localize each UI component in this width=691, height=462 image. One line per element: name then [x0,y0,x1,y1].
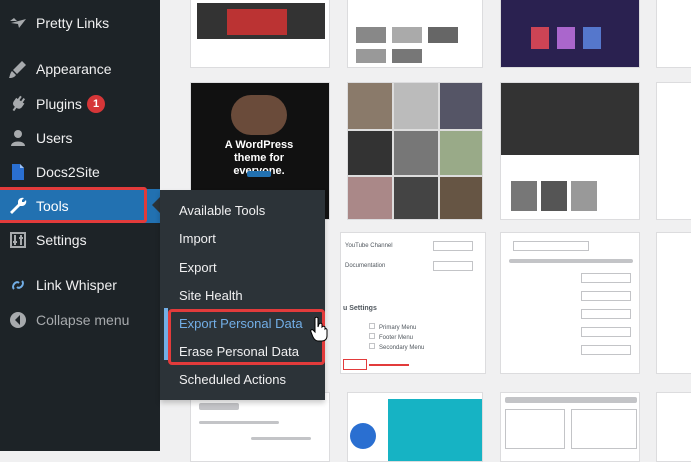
link-whisper-icon [12,280,24,290]
menu-settings-thumbnail[interactable]: YouTube Channel Documentation u Settings… [340,232,486,374]
theme-thumbnail[interactable] [656,232,691,374]
footer-menu-label: Footer Menu [379,335,414,341]
hand-cursor-icon [310,316,328,342]
flyout-item-export[interactable]: Export [179,260,217,275]
sidebar-item-users[interactable]: Users [0,121,160,155]
tools-flyout-menu: Available Tools Import Export Site Healt… [160,190,325,400]
flyout-item-import[interactable]: Import [179,231,216,246]
primary-menu-label: Primary Menu [379,325,417,331]
theme-thumbnail[interactable] [500,392,640,462]
documentation-label: Documentation [345,263,386,269]
users-icon [11,130,25,146]
youtube-label: YouTube Channel [345,243,393,249]
theme-thumbnail[interactable] [500,82,640,220]
plugins-icon [12,95,26,112]
theme-thumbnail[interactable] [347,82,483,220]
paintbrush-icon [9,61,26,78]
flyout-pointer [152,197,160,213]
sidebar-item-label: Plugins [36,96,82,112]
sidebar-item-label: Appearance [36,61,112,77]
sidebar-item-label: Collapse menu [36,312,130,328]
flyout-item-site-health[interactable]: Site Health [179,288,243,303]
flyout-item-available-tools[interactable]: Available Tools [179,203,265,218]
pretty-links-icon [10,18,26,28]
sidebar-item-label: Settings [36,232,87,248]
admin-sidebar: Pretty Links Appearance Plugins 1 Users … [0,0,160,451]
theme-cta [247,171,271,177]
collapse-icon [10,312,26,328]
sidebar-item-appearance[interactable]: Appearance [0,52,160,86]
personal-data-highlight-box [168,309,325,365]
sidebar-item-label: Link Whisper [36,277,117,293]
sidebar-item-pretty-links[interactable]: Pretty Links [0,6,160,40]
plugins-update-badge: 1 [87,95,105,113]
sidebar-item-docs2site[interactable]: Docs2Site [0,155,160,189]
theme-thumbnail[interactable] [190,0,330,68]
sidebar-item-link-whisper[interactable]: Link Whisper [0,268,160,302]
settings-heading: u Settings [343,305,377,312]
sidebar-item-plugins[interactable]: Plugins 1 [0,87,160,121]
docs2site-icon [12,164,24,180]
sidebar-item-label: Docs2Site [36,164,100,180]
theme-thumbnail[interactable] [656,0,691,68]
sidebar-item-label: Pretty Links [36,15,110,31]
theme-thumbnail[interactable] [347,0,483,68]
sidebar-collapse-menu[interactable]: Collapse menu [0,303,160,337]
menu-settings-thumbnail[interactable] [500,232,640,374]
settings-icon [10,232,26,248]
theme-thumbnail[interactable] [656,82,691,220]
sidebar-item-label: Users [36,130,73,146]
theme-thumbnail[interactable] [656,392,691,462]
theme-thumbnail[interactable] [347,392,483,462]
theme-thumbnail[interactable] [500,0,640,68]
sidebar-item-settings[interactable]: Settings [0,223,160,257]
secondary-menu-label: Secondary Menu [379,345,425,351]
theme-thumbnail[interactable] [190,392,330,462]
flyout-item-scheduled-actions[interactable]: Scheduled Actions [179,372,286,387]
tools-highlight-box [0,187,147,223]
